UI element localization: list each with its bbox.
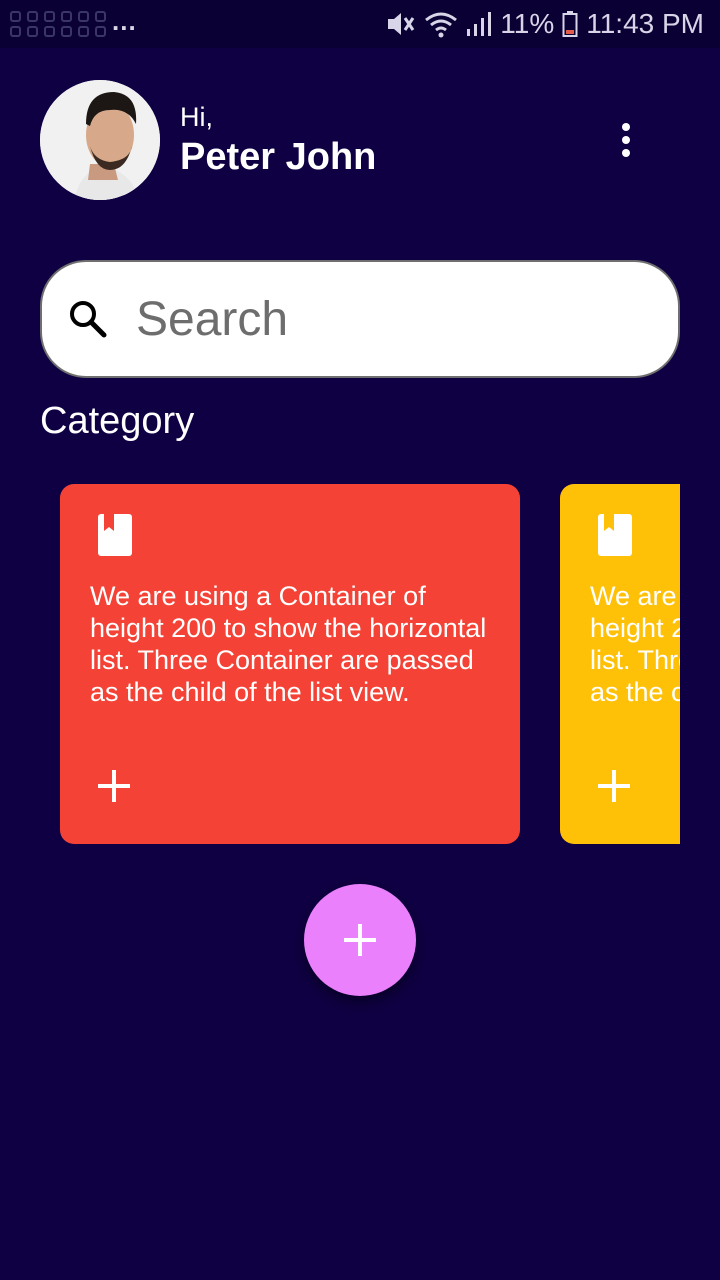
category-card[interactable]: We are using a Container of height 200 t… <box>560 484 680 844</box>
plus-icon[interactable] <box>596 768 632 804</box>
signal-icon <box>467 12 492 36</box>
status-left: ... <box>10 6 137 37</box>
card-description: We are using a Container of height 200 t… <box>590 581 680 707</box>
battery-percentage: 11% <box>500 8 555 39</box>
wifi-icon <box>425 12 458 38</box>
greeting-text: Hi, <box>180 102 213 132</box>
plus-icon[interactable] <box>96 768 132 804</box>
category-title: Category <box>40 400 195 442</box>
search-bar[interactable] <box>40 260 680 378</box>
search-icon <box>70 301 107 338</box>
card-description: We are using a Container of height 200 t… <box>90 581 487 707</box>
category-card[interactable]: We are using a Container of height 200 t… <box>60 484 520 844</box>
profile-photo <box>40 80 160 200</box>
status-bar: ... 11% 11:43 PM <box>0 0 720 48</box>
more-vert-icon <box>622 123 630 131</box>
more-options-button[interactable] <box>608 118 644 162</box>
status-time: 11:43 PM <box>586 8 704 39</box>
app-notification-icon <box>10 11 38 37</box>
user-name: Peter John <box>180 136 377 178</box>
category-list[interactable]: We are using a Container of height 200 t… <box>0 484 680 844</box>
more-notifications-indicator: ... <box>112 5 137 36</box>
book-icon <box>598 514 632 556</box>
search-input[interactable] <box>136 291 616 347</box>
book-icon <box>98 514 132 556</box>
battery-icon <box>562 11 578 37</box>
app-notification-icon <box>78 11 106 37</box>
add-fab-button[interactable] <box>304 884 416 996</box>
avatar[interactable] <box>40 80 160 200</box>
mute-icon <box>388 13 415 35</box>
status-right: 11% 11:43 PM <box>386 8 704 40</box>
app-notification-icon <box>44 11 72 37</box>
